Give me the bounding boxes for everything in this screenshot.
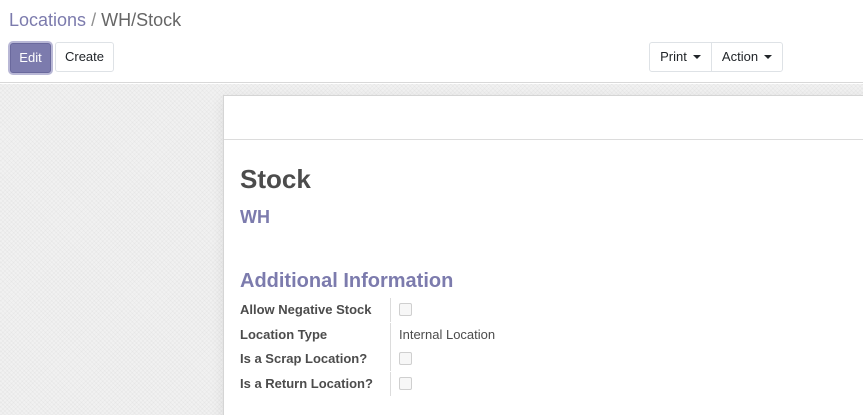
- allow-negative-stock-checkbox[interactable]: [399, 303, 412, 316]
- control-panel: Locations / WH/Stock Edit Create Print Act…: [0, 0, 863, 83]
- scrap-location-checkbox[interactable]: [399, 352, 412, 365]
- breadcrumb-separator: /: [91, 10, 97, 30]
- location-type-value: Internal Location: [399, 327, 496, 342]
- field-divider: [390, 347, 391, 371]
- breadcrumb-locations-link[interactable]: Locations: [9, 10, 86, 30]
- field-scrap-location: Is a Scrap Location?: [240, 347, 640, 371]
- field-divider: [390, 323, 391, 347]
- action-dropdown-button[interactable]: Action: [711, 42, 783, 72]
- statusbar-divider: [224, 139, 863, 140]
- breadcrumb-current: WH/Stock: [101, 10, 182, 30]
- edit-button[interactable]: Edit: [10, 43, 51, 73]
- print-label: Print: [660, 49, 687, 64]
- caret-down-icon: [692, 55, 701, 59]
- caret-down-icon: [764, 55, 773, 59]
- field-divider: [390, 372, 391, 396]
- field-label: Allow Negative Stock: [240, 302, 372, 317]
- field-divider: [390, 298, 391, 322]
- field-allow-negative-stock: Allow Negative Stock: [240, 298, 640, 322]
- field-label: Location Type: [240, 327, 328, 342]
- section-title-additional-information: Additional Information: [240, 270, 454, 292]
- create-button[interactable]: Create: [55, 42, 114, 72]
- field-return-location: Is a Return Location?: [240, 372, 640, 396]
- field-location-type: Location Type Internal Location: [240, 323, 640, 347]
- location-name: Stock: [240, 164, 311, 194]
- return-location-checkbox[interactable]: [399, 377, 412, 390]
- field-label: Is a Scrap Location?: [240, 351, 368, 366]
- print-dropdown-button[interactable]: Print: [649, 42, 712, 72]
- action-label: Action: [721, 49, 759, 64]
- parent-location-link[interactable]: WH: [240, 206, 270, 228]
- form-sheet: Stock WH Additional Information Allow Ne…: [223, 95, 863, 415]
- field-label: Is a Return Location?: [240, 376, 373, 391]
- print-action-group: Print Action: [649, 42, 783, 72]
- breadcrumb: Locations / WH/Stock: [9, 10, 181, 30]
